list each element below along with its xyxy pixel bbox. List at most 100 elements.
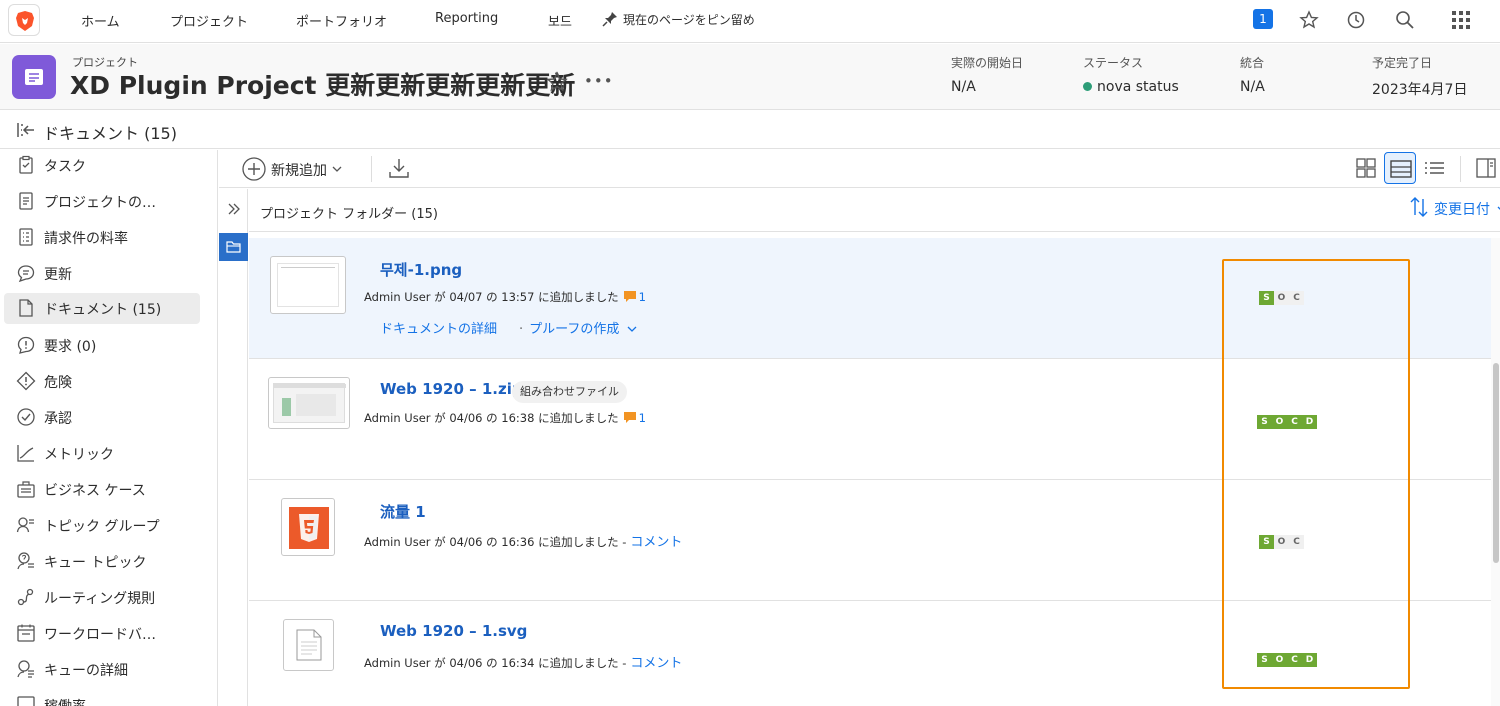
proof-status-o: O (1274, 291, 1289, 305)
status-text: nova status (1097, 79, 1179, 95)
added-by-text: Admin User が 04/06 の 16:36 に追加しました - (364, 535, 627, 549)
comment-bubble-icon[interactable] (623, 411, 637, 424)
proof-status-indicator: S O C D (1257, 653, 1317, 667)
proof-status-c: C (1289, 535, 1304, 549)
sidebar-item-label: 請求件の料率 (44, 231, 128, 247)
sidebar-item-project-details[interactable]: プロジェクトの… (4, 186, 200, 217)
sidebar-item-label: 更新 (44, 267, 72, 283)
favorite-star-icon[interactable] (546, 71, 568, 93)
sidebar-item-workload-balancer[interactable]: ワークロードバ… (4, 618, 200, 649)
recent-history-icon[interactable] (1346, 10, 1366, 30)
app-launcher-grid-icon[interactable] (1451, 10, 1471, 30)
list-view-button[interactable] (1418, 152, 1450, 184)
document-details-link[interactable]: ドキュメントの詳細 (380, 322, 497, 337)
sidebar-item-label: プロジェクトの… (44, 195, 156, 211)
status-dot-icon (1083, 82, 1092, 91)
sidebar-item-tasks[interactable]: タスク (4, 150, 200, 181)
comment-bubble-icon[interactable] (623, 290, 637, 303)
pin-page-button[interactable]: 現在のページをピン留め (623, 11, 755, 28)
document-row[interactable]: 流量 1 Admin User が 04/06 の 16:36 に追加しました … (249, 480, 1491, 601)
added-by-text: Admin User が 04/06 の 16:38 に追加しました (364, 411, 619, 425)
toolbar-divider (371, 156, 372, 182)
chevron-down-icon (332, 166, 342, 172)
sidebar-item-label: メトリック (44, 447, 114, 463)
favorites-star-icon[interactable] (1299, 10, 1319, 30)
sidebar-item-updates[interactable]: 更新 (4, 258, 200, 289)
more-options-icon[interactable]: ••• (584, 72, 614, 90)
added-by-text: Admin User が 04/07 の 13:57 に追加しました (364, 290, 619, 304)
sidebar-item-approvals[interactable]: 承認 (4, 402, 200, 433)
generic-file-icon (296, 629, 322, 661)
document-row[interactable]: 무제-1.png Admin User が 04/07 の 13:57 に追加し… (249, 238, 1491, 359)
queue-topic-icon (17, 552, 34, 570)
add-comment-link[interactable]: コメント (630, 535, 682, 550)
details-panel-button[interactable] (1470, 152, 1500, 184)
queue-details-icon (17, 660, 34, 678)
sidebar-item-label: タスク (44, 159, 86, 175)
pin-icon[interactable] (601, 10, 619, 28)
sort-arrows-icon (1410, 197, 1428, 217)
sidebar-item-topic-groups[interactable]: トピック グループ (4, 510, 200, 541)
condition-label: 統合 (1240, 56, 1265, 70)
sidebar-item-label: 稼働率 (44, 696, 86, 706)
nav-reporting[interactable]: Reporting (435, 11, 498, 26)
preview-line (281, 267, 335, 268)
sidebar-item-queue-topics[interactable]: キュー トピック (4, 546, 200, 577)
side-panel-icon (1476, 158, 1496, 178)
sidebar-item-routing-rules[interactable]: ルーティング規則 (4, 582, 200, 613)
document-name-link[interactable]: 무제-1.png (380, 259, 462, 280)
app-logo[interactable] (8, 4, 40, 36)
sidebar-item-label: トピック グループ (44, 519, 160, 535)
actual-start-value: N/A (951, 79, 976, 95)
metrics-icon (17, 445, 34, 462)
document-thumbnail[interactable] (270, 256, 346, 314)
search-icon[interactable] (1395, 10, 1415, 30)
document-thumbnail[interactable] (281, 498, 335, 556)
document-row[interactable]: Web 1920 – 1.zip 組み合わせファイル Admin User が … (249, 359, 1491, 480)
sidebar-item-risks[interactable]: 危険 (4, 366, 200, 397)
document-list-scrollbar[interactable] (1491, 238, 1500, 706)
scrollbar-thumb[interactable] (1493, 363, 1499, 563)
chevron-down-icon[interactable] (627, 325, 637, 333)
collapse-sidebar-icon[interactable] (16, 121, 36, 139)
sidebar-item-billing-rates[interactable]: 請求件の料率 (4, 222, 200, 253)
create-proof-link[interactable]: プルーフの作成 (529, 322, 619, 337)
document-name-link[interactable]: 流量 1 (380, 501, 426, 522)
add-comment-link[interactable]: コメント (630, 656, 682, 671)
nav-home[interactable]: ホーム (81, 11, 120, 30)
document-name-link[interactable]: Web 1920 – 1.svg (380, 622, 527, 640)
sidebar-item-documents[interactable]: ドキュメント (15) (4, 293, 200, 324)
folder-toggle-button[interactable] (219, 233, 248, 261)
document-thumbnail[interactable] (283, 619, 334, 671)
sidebar-item-label: 承認 (44, 411, 72, 427)
document-thumbnail[interactable] (268, 377, 350, 429)
sidebar-item-business-case[interactable]: ビジネス ケース (4, 474, 200, 505)
comment-count[interactable]: 1 (639, 290, 646, 304)
project-icon (12, 55, 56, 99)
nav-boards[interactable]: 보드 (548, 11, 572, 30)
sidebar-item-requests[interactable]: 要求 (0) (4, 330, 200, 361)
proof-status-indicator: S O C (1259, 291, 1304, 305)
nav-projects[interactable]: プロジェクト (170, 11, 248, 30)
document-name-link[interactable]: Web 1920 – 1.zip (380, 380, 523, 398)
nav-portfolios[interactable]: ポートフォリオ (296, 11, 387, 30)
list-view-icon (1425, 162, 1444, 174)
expand-folders-icon[interactable] (227, 202, 241, 216)
card-list-view-button[interactable] (1384, 152, 1416, 184)
project-list-icon (25, 69, 43, 85)
sidebar-item-utilization[interactable]: 稼働率 (4, 690, 200, 706)
document-row[interactable]: Web 1920 – 1.svg Admin User が 04/06 の 16… (249, 601, 1491, 706)
notification-badge[interactable]: 1 (1253, 9, 1273, 29)
proof-status-d: D (1302, 415, 1317, 429)
risk-icon (16, 371, 36, 391)
document-icon (19, 299, 33, 317)
status-value[interactable]: nova status (1083, 79, 1179, 95)
top-navigation: ホーム プロジェクト ポートフォリオ Reporting 보드 現在のページをピ… (0, 0, 1500, 43)
request-icon (17, 336, 35, 354)
sidebar-item-queue-details[interactable]: キューの詳細 (4, 654, 200, 685)
sidebar-item-metrics[interactable]: メトリック (4, 438, 200, 469)
grid-view-button[interactable] (1350, 152, 1382, 184)
comment-count[interactable]: 1 (639, 411, 646, 425)
download-icon[interactable] (388, 157, 410, 179)
proof-status-c: C (1289, 291, 1304, 305)
